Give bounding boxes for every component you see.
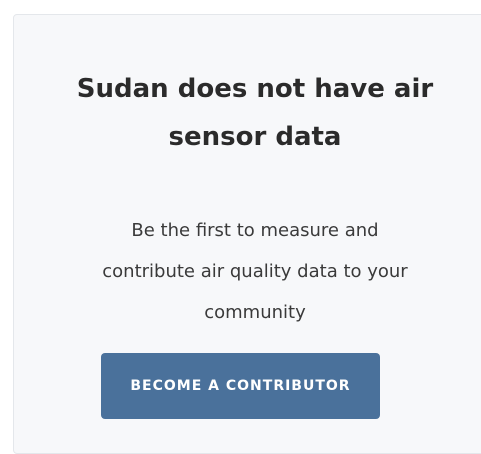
no-data-title-line-1: Sudan does not have air bbox=[76, 74, 434, 104]
no-data-title-line-2: sensor data bbox=[168, 122, 342, 152]
become-contributor-button[interactable]: BECOME A CONTRIBUTOR bbox=[101, 353, 380, 419]
contribute-message-line-2: contribute air quality data to your bbox=[102, 261, 408, 282]
no-data-title: Sudan does not have air sensor data bbox=[14, 65, 481, 161]
contribute-message-line-1: Be the first to measure and bbox=[131, 220, 379, 241]
contribute-message-line-3: community bbox=[204, 302, 306, 323]
contribute-message: Be the first to measure and contribute a… bbox=[14, 210, 481, 333]
no-data-card: Sudan does not have air sensor data Be t… bbox=[13, 14, 481, 454]
